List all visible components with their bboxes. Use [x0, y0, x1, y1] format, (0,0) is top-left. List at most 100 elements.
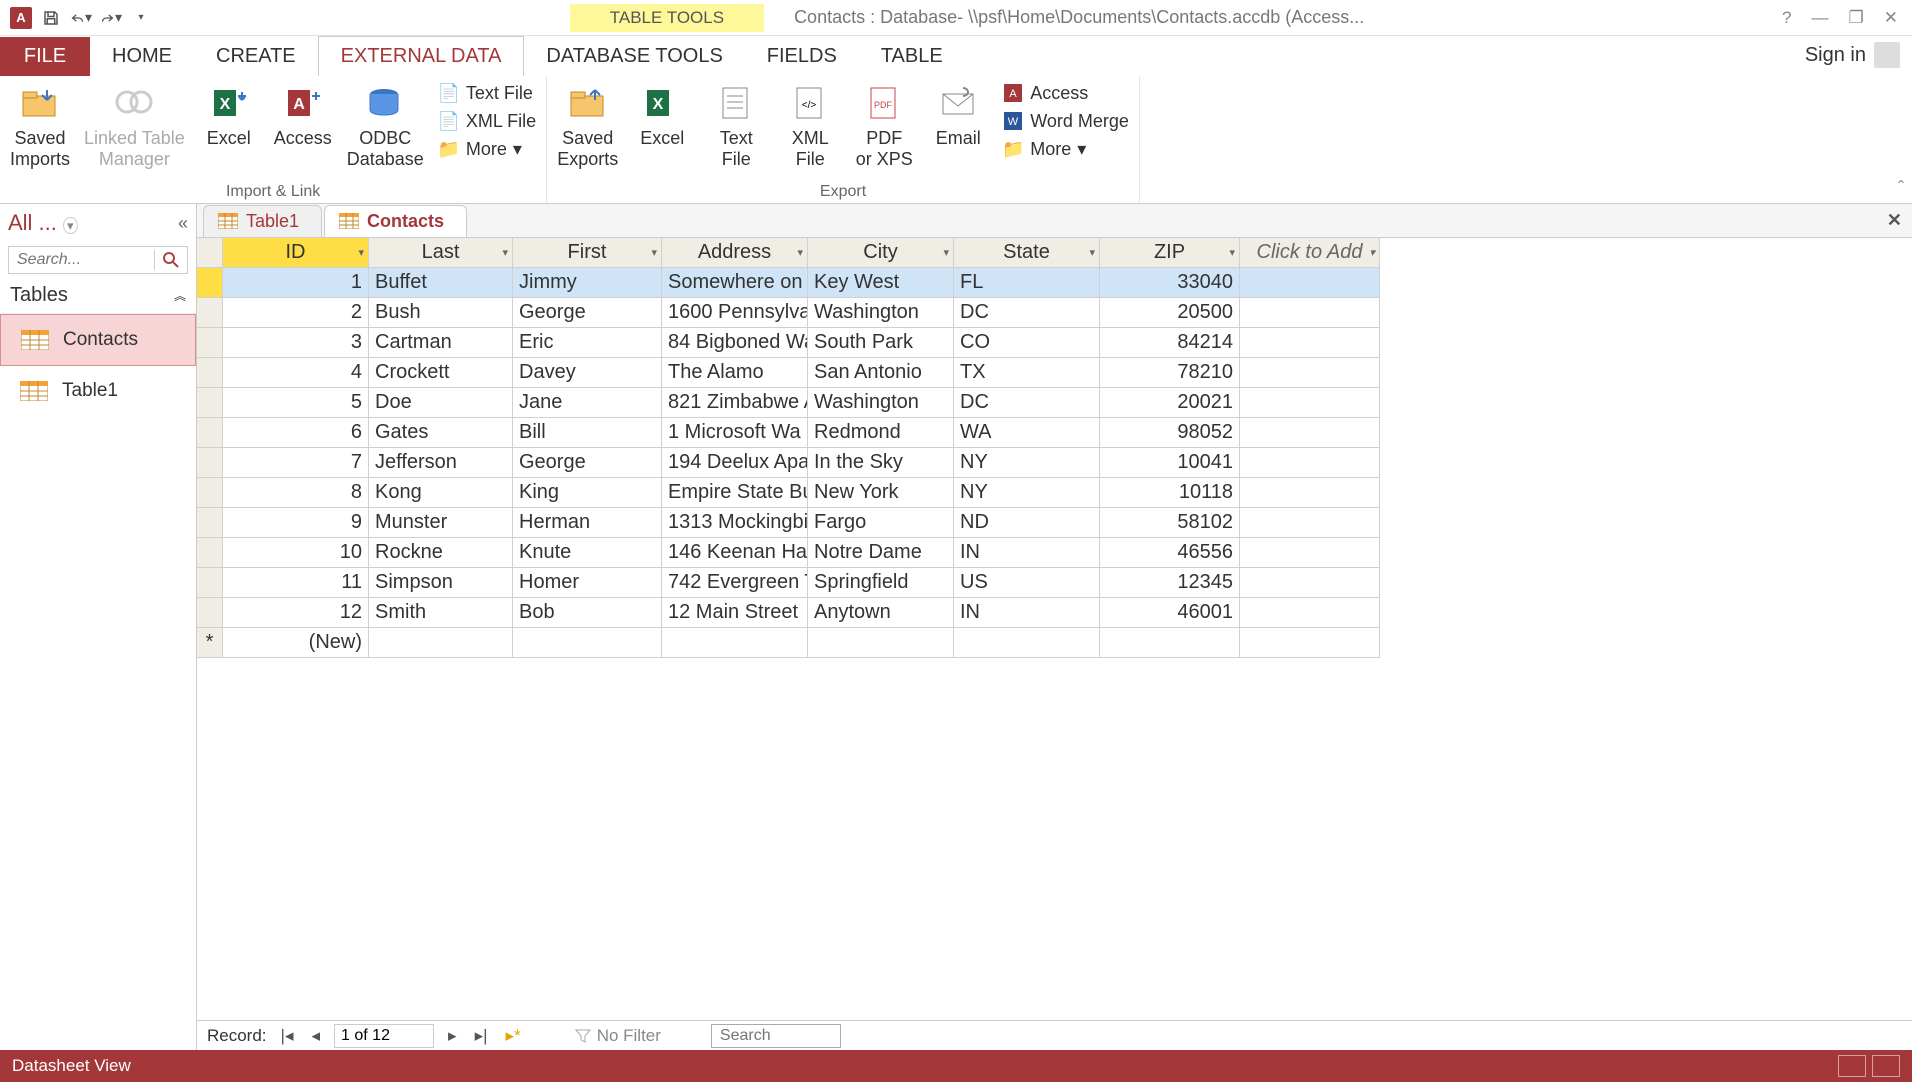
cell-empty[interactable] — [1240, 538, 1380, 568]
cell-id[interactable]: 10 — [223, 538, 369, 568]
cell-city[interactable]: San Antonio — [808, 358, 954, 388]
cell-zip[interactable]: 33040 — [1100, 268, 1240, 298]
row-selector[interactable] — [197, 298, 223, 328]
nav-title[interactable]: All ... ▾ — [8, 210, 178, 236]
column-header-add[interactable]: Click to Add▾ — [1240, 238, 1380, 268]
cell-empty[interactable] — [1240, 328, 1380, 358]
cell-city[interactable]: Fargo — [808, 508, 954, 538]
cell-address[interactable]: 12 Main Street — [662, 598, 808, 628]
tab-create[interactable]: CREATE — [194, 37, 318, 76]
word-merge-button[interactable]: WWord Merge — [1002, 110, 1129, 132]
import-text-file-button[interactable]: 📄Text File — [438, 82, 536, 104]
cell-new[interactable] — [369, 628, 513, 658]
datasheet-view-icon[interactable] — [1838, 1055, 1866, 1077]
row-selector[interactable] — [197, 448, 223, 478]
prev-record-icon[interactable]: ◂ — [307, 1026, 324, 1046]
cell-empty[interactable] — [1240, 268, 1380, 298]
cell-first[interactable]: Knute — [513, 538, 662, 568]
column-dropdown-icon[interactable]: ▾ — [943, 246, 949, 259]
cell-first[interactable]: George — [513, 298, 662, 328]
column-dropdown-icon[interactable]: ▾ — [502, 246, 508, 259]
cell-new[interactable] — [662, 628, 808, 658]
column-dropdown-icon[interactable]: ▾ — [358, 246, 364, 259]
cell-id[interactable]: 5 — [223, 388, 369, 418]
design-view-icon[interactable] — [1872, 1055, 1900, 1077]
cell-city[interactable]: Washington — [808, 388, 954, 418]
cell-new[interactable] — [1100, 628, 1240, 658]
saved-exports-button[interactable]: SavedExports — [557, 82, 618, 181]
cell-address[interactable]: 84 Bigboned Wa — [662, 328, 808, 358]
cell-first[interactable]: Herman — [513, 508, 662, 538]
nav-category-tables[interactable]: Tables ︽ — [0, 278, 196, 314]
cell-empty[interactable] — [1240, 388, 1380, 418]
row-selector[interactable] — [197, 328, 223, 358]
cell-state[interactable]: FL — [954, 268, 1100, 298]
cell-state[interactable]: DC — [954, 298, 1100, 328]
cell-last[interactable]: Bush — [369, 298, 513, 328]
cell-state[interactable]: ND — [954, 508, 1100, 538]
new-record-icon[interactable]: ▸* — [502, 1026, 525, 1046]
cell-last[interactable]: Cartman — [369, 328, 513, 358]
cell-city[interactable]: Notre Dame — [808, 538, 954, 568]
cell-address[interactable]: 742 Evergreen T — [662, 568, 808, 598]
column-header-id[interactable]: ID▾ — [223, 238, 369, 268]
cell-empty[interactable] — [1240, 448, 1380, 478]
last-record-icon[interactable]: ▸| — [471, 1026, 492, 1046]
cell-state[interactable]: DC — [954, 388, 1100, 418]
first-record-icon[interactable]: |◂ — [277, 1026, 298, 1046]
cell-zip[interactable]: 10041 — [1100, 448, 1240, 478]
cell-empty[interactable] — [1240, 478, 1380, 508]
export-email-button[interactable]: Email — [928, 82, 988, 181]
row-selector[interactable] — [197, 418, 223, 448]
cell-last[interactable]: Jefferson — [369, 448, 513, 478]
collapse-ribbon-icon[interactable]: ˆ — [1898, 178, 1904, 199]
cell-first[interactable]: Jimmy — [513, 268, 662, 298]
cell-last[interactable]: Munster — [369, 508, 513, 538]
cell-zip[interactable]: 46556 — [1100, 538, 1240, 568]
cell-new[interactable] — [1240, 628, 1380, 658]
save-icon[interactable] — [40, 7, 62, 29]
odbc-database-button[interactable]: ODBCDatabase — [347, 82, 424, 181]
minimize-icon[interactable]: — — [1812, 8, 1829, 28]
cell-last[interactable]: Smith — [369, 598, 513, 628]
export-pdf-button[interactable]: PDF PDFor XPS — [854, 82, 914, 181]
column-header-city[interactable]: City▾ — [808, 238, 954, 268]
new-row-selector[interactable] — [197, 628, 223, 658]
nav-item-table1[interactable]: Table1 — [0, 366, 196, 416]
tab-table[interactable]: TABLE — [859, 37, 965, 76]
cell-first[interactable]: Davey — [513, 358, 662, 388]
column-dropdown-icon[interactable]: ▾ — [651, 246, 657, 259]
cell-city[interactable]: In the Sky — [808, 448, 954, 478]
cell-first[interactable]: George — [513, 448, 662, 478]
help-icon[interactable]: ? — [1782, 8, 1791, 28]
row-selector[interactable] — [197, 268, 223, 298]
close-object-icon[interactable]: ✕ — [1887, 210, 1902, 231]
cell-last[interactable]: Kong — [369, 478, 513, 508]
cell-id[interactable]: 7 — [223, 448, 369, 478]
tab-external-data[interactable]: EXTERNAL DATA — [318, 36, 525, 76]
row-selector[interactable] — [197, 598, 223, 628]
cell-state[interactable]: TX — [954, 358, 1100, 388]
cell-zip[interactable]: 46001 — [1100, 598, 1240, 628]
cell-empty[interactable] — [1240, 598, 1380, 628]
cell-new[interactable] — [954, 628, 1100, 658]
row-selector[interactable] — [197, 538, 223, 568]
cell-last[interactable]: Buffet — [369, 268, 513, 298]
cell-zip[interactable]: 58102 — [1100, 508, 1240, 538]
cell-state[interactable]: NY — [954, 478, 1100, 508]
row-selector[interactable] — [197, 568, 223, 598]
cell-id[interactable]: 4 — [223, 358, 369, 388]
cell-zip[interactable]: 10118 — [1100, 478, 1240, 508]
row-selector[interactable] — [197, 358, 223, 388]
cell-zip[interactable]: 84214 — [1100, 328, 1240, 358]
row-selector[interactable] — [197, 508, 223, 538]
cell-id[interactable]: 2 — [223, 298, 369, 328]
cell-last[interactable]: Crockett — [369, 358, 513, 388]
signin-link[interactable]: Sign in — [1793, 34, 1912, 76]
row-selector[interactable] — [197, 388, 223, 418]
tab-fields[interactable]: FIELDS — [745, 37, 859, 76]
import-more-button[interactable]: 📁More ▾ — [438, 138, 536, 160]
cell-first[interactable]: Jane — [513, 388, 662, 418]
cell-city[interactable]: Key West — [808, 268, 954, 298]
cell-zip[interactable]: 20021 — [1100, 388, 1240, 418]
